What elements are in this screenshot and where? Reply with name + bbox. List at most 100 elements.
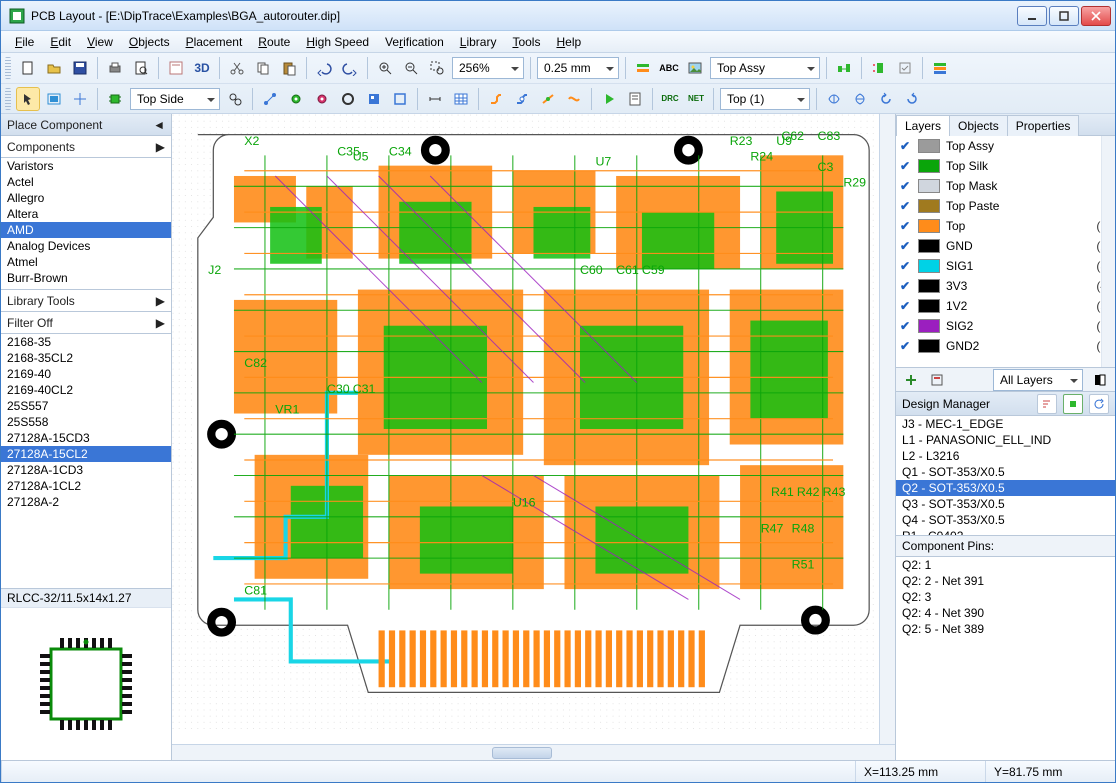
library-item[interactable]: AMD xyxy=(1,222,171,238)
filter-header[interactable]: Filter Off ▶ xyxy=(1,312,171,334)
layer-visible-check[interactable]: ✔ xyxy=(900,239,918,253)
layer-visible-check[interactable]: ✔ xyxy=(900,179,918,193)
pins-list[interactable]: Q2: 1Q2: 2 - Net 391Q2: 3Q2: 4 - Net 390… xyxy=(896,557,1115,760)
part-item[interactable]: 27128A-2 xyxy=(1,494,171,510)
part-item[interactable]: 27128A-1CL2 xyxy=(1,478,171,494)
menu-file[interactable]: File xyxy=(7,33,42,51)
part-item[interactable]: 27128A-15CL2 xyxy=(1,446,171,462)
origin-button[interactable] xyxy=(68,87,92,111)
dm-item[interactable]: Q3 - SOT-353/X0.5 xyxy=(896,496,1115,512)
library-item[interactable]: Burr-Brown xyxy=(1,270,171,286)
close-button[interactable] xyxy=(1081,6,1111,26)
contrast-button[interactable] xyxy=(1090,370,1110,390)
check-net-button[interactable]: NET xyxy=(684,87,708,111)
3d-button[interactable]: 3D xyxy=(190,56,214,80)
layer-swatch[interactable] xyxy=(918,199,940,213)
menu-edit[interactable]: Edit xyxy=(42,33,79,51)
toolbar-grip[interactable] xyxy=(5,57,11,79)
canvas-hscroll[interactable] xyxy=(172,744,895,760)
zoom-in-button[interactable] xyxy=(373,56,397,80)
flip-h-button[interactable] xyxy=(822,87,846,111)
layer-setup-button[interactable] xyxy=(928,56,952,80)
layers-vscroll[interactable] xyxy=(1101,136,1115,367)
copper-pour-button[interactable] xyxy=(362,87,386,111)
place-component-button[interactable] xyxy=(103,87,127,111)
panel-button[interactable] xyxy=(42,87,66,111)
layer-visible-check[interactable]: ✔ xyxy=(900,219,918,233)
layer-filter-select[interactable]: All Layers xyxy=(993,369,1083,391)
edit-trace-button[interactable] xyxy=(510,87,534,111)
tab-objects[interactable]: Objects xyxy=(949,115,1008,136)
menu-objects[interactable]: Objects xyxy=(121,33,178,51)
side-select[interactable]: Top Side xyxy=(130,88,220,110)
dm-item[interactable]: Q2 - SOT-353/X0.5 xyxy=(896,480,1115,496)
layer-visible-check[interactable]: ✔ xyxy=(900,299,918,313)
dm-item[interactable]: J3 - MEC-1_EDGE xyxy=(896,416,1115,432)
ratline-button[interactable] xyxy=(258,87,282,111)
dm-item[interactable]: Q4 - SOT-353/X0.5 xyxy=(896,512,1115,528)
part-item[interactable]: 25S558 xyxy=(1,414,171,430)
maximize-button[interactable] xyxy=(1049,6,1079,26)
library-item[interactable]: Actel xyxy=(1,174,171,190)
layer-visible-check[interactable]: ✔ xyxy=(900,259,918,273)
new-button[interactable] xyxy=(16,56,40,80)
toolbar2-grip[interactable] xyxy=(5,88,11,110)
layer-row[interactable]: ✔Top Silk xyxy=(896,156,1115,176)
menu-tools[interactable]: Tools xyxy=(504,33,548,51)
canvas-vscroll[interactable] xyxy=(879,114,895,744)
layer-visible-check[interactable]: ✔ xyxy=(900,159,918,173)
layer-swatch[interactable] xyxy=(918,339,940,353)
open-button[interactable] xyxy=(42,56,66,80)
cut-button[interactable] xyxy=(225,56,249,80)
layer-swatch[interactable] xyxy=(918,139,940,153)
pin-item[interactable]: Q2: 4 - Net 390 xyxy=(896,605,1115,621)
flip-v-button[interactable] xyxy=(848,87,872,111)
dm-item[interactable]: L1 - PANASONIC_ELL_IND xyxy=(896,432,1115,448)
layer-swatch[interactable] xyxy=(918,179,940,193)
menu-library[interactable]: Library xyxy=(452,33,505,51)
run-autoroute-button[interactable] xyxy=(597,87,621,111)
part-item[interactable]: 25S557 xyxy=(1,398,171,414)
layer-row[interactable]: ✔Top Mask xyxy=(896,176,1115,196)
dm-item[interactable]: L2 - L3216 xyxy=(896,448,1115,464)
mounthole-button[interactable] xyxy=(336,87,360,111)
pin-item[interactable]: Q2: 1 xyxy=(896,557,1115,573)
layer-visible-check[interactable]: ✔ xyxy=(900,339,918,353)
dm-item[interactable]: R1 - C0402 xyxy=(896,528,1115,536)
layer-row[interactable]: ✔SIG1(3) xyxy=(896,256,1115,276)
preview-button[interactable] xyxy=(129,56,153,80)
zoom-window-button[interactable] xyxy=(425,56,449,80)
layer-row[interactable]: ✔3V3(4) xyxy=(896,276,1115,296)
abc-button[interactable]: ABC xyxy=(657,56,681,80)
layer-swatch[interactable] xyxy=(918,159,940,173)
layer-row[interactable]: ✔Top Assy xyxy=(896,136,1115,156)
route-manual-button[interactable] xyxy=(484,87,508,111)
paste-button[interactable] xyxy=(277,56,301,80)
library-item[interactable]: Allegro xyxy=(1,190,171,206)
design-manager-list[interactable]: J3 - MEC-1_EDGEL1 - PANASONIC_ELL_INDL2 … xyxy=(896,416,1115,536)
part-item[interactable]: 2168-35 xyxy=(1,334,171,350)
grid-select[interactable]: 0.25 mm xyxy=(537,57,619,79)
layer-display-button[interactable] xyxy=(631,56,655,80)
dm-item[interactable]: Q1 - SOT-353/X0.5 xyxy=(896,464,1115,480)
part-item[interactable]: 2169-40 xyxy=(1,366,171,382)
picture-button[interactable] xyxy=(683,56,707,80)
menu-highspeed[interactable]: High Speed xyxy=(298,33,377,51)
pcb-canvas[interactable]: X2J2U5U7U9C82C81C34C35C30C31C60C61C59C62… xyxy=(172,114,895,760)
backannotate-button[interactable] xyxy=(867,56,891,80)
menu-view[interactable]: View xyxy=(79,33,121,51)
layer-visible-check[interactable]: ✔ xyxy=(900,199,918,213)
minimize-button[interactable] xyxy=(1017,6,1047,26)
autoroute-setup-button[interactable] xyxy=(623,87,647,111)
table-button[interactable] xyxy=(449,87,473,111)
save-button[interactable] xyxy=(68,56,92,80)
part-item[interactable]: 2169-40CL2 xyxy=(1,382,171,398)
layer-swatch[interactable] xyxy=(918,319,940,333)
display-layer-select[interactable]: Top Assy xyxy=(710,57,820,79)
titles-button[interactable] xyxy=(164,56,188,80)
tab-properties[interactable]: Properties xyxy=(1007,115,1080,136)
board-outline-button[interactable] xyxy=(388,87,412,111)
layer-row[interactable]: ✔Top(1) xyxy=(896,216,1115,236)
layer-visible-check[interactable]: ✔ xyxy=(900,319,918,333)
menu-route[interactable]: Route xyxy=(250,33,298,51)
